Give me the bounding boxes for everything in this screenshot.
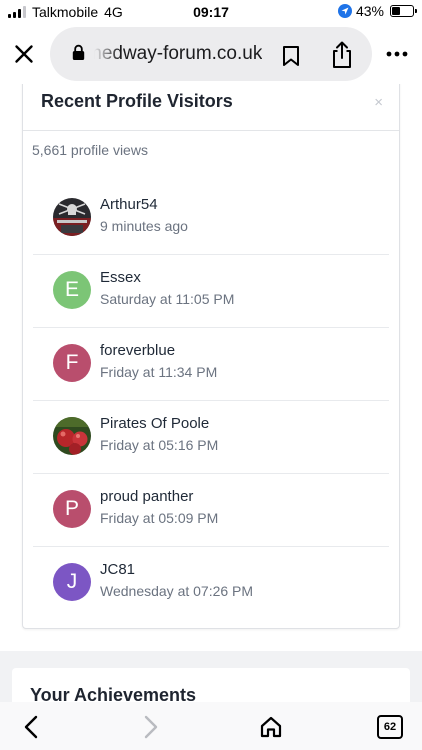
share-icon bbox=[333, 41, 351, 68]
avatar[interactable]: J bbox=[53, 563, 91, 601]
visitor-item[interactable]: Pproud panther Friday at 05:09 PM bbox=[33, 474, 389, 547]
visitor-item[interactable]: Arthur54 9 minutes ago bbox=[33, 182, 389, 255]
avatar[interactable] bbox=[53, 417, 91, 455]
panel-title: Recent Profile Visitors bbox=[41, 91, 233, 111]
visit-time: 9 minutes ago bbox=[100, 218, 188, 234]
visitor-item[interactable]: Pirates Of Poole Friday at 05:16 PM bbox=[33, 401, 389, 474]
visitor-name[interactable]: Arthur54 bbox=[100, 196, 158, 213]
avatar[interactable] bbox=[53, 198, 91, 236]
visitor-name[interactable]: proud panther bbox=[100, 488, 193, 505]
panel-close-button[interactable]: × bbox=[374, 95, 383, 110]
browser-toolbar: medway-forum.co.uk bbox=[0, 24, 422, 84]
profile-views-count: 5,661 profile views bbox=[32, 142, 148, 158]
visit-time: Friday at 05:09 PM bbox=[100, 510, 219, 526]
visitor-name[interactable]: JC81 bbox=[100, 561, 135, 578]
more-icon bbox=[386, 51, 408, 57]
home-icon bbox=[260, 716, 282, 738]
visitor-list: Arthur54 9 minutes ago E Essex Saturday at 1… bbox=[33, 182, 389, 619]
url-text: medway-forum.co.uk bbox=[94, 43, 262, 64]
status-bar: Talkmobile 4G 09:17 43% bbox=[0, 0, 422, 24]
share-button[interactable] bbox=[327, 39, 357, 71]
visitor-name[interactable]: Pirates Of Poole bbox=[100, 415, 209, 432]
forward-icon bbox=[144, 715, 158, 739]
battery-icon bbox=[390, 5, 417, 17]
bookmark-icon bbox=[283, 46, 299, 66]
back-icon bbox=[24, 715, 38, 739]
visitor-item[interactable]: Fforeverblue Friday at 11:34 PM bbox=[33, 328, 389, 401]
avatar-letter: P bbox=[64, 497, 79, 520]
panel-header: Recent Profile Visitors × bbox=[23, 84, 399, 131]
visitor-name[interactable]: Essex bbox=[100, 269, 141, 286]
visitor-name[interactable]: foreverblue bbox=[100, 342, 175, 359]
avatar-image bbox=[53, 417, 91, 455]
visit-time: Wednesday at 07:26 PM bbox=[100, 583, 254, 599]
achievements-panel: Your Achievements bbox=[12, 668, 410, 702]
avatar[interactable]: F bbox=[53, 344, 91, 382]
location-arrow-icon bbox=[337, 4, 352, 18]
status-right: 43% bbox=[337, 3, 417, 19]
achievements-title: Your Achievements bbox=[30, 685, 197, 702]
visit-time: Saturday at 11:05 PM bbox=[100, 291, 235, 307]
back-button[interactable] bbox=[16, 712, 46, 742]
avatar-letter: J bbox=[66, 570, 78, 593]
close-button[interactable] bbox=[8, 38, 40, 70]
visitor-item[interactable]: J JC81 Wednesday at 07:26 PM bbox=[33, 547, 389, 619]
address-bar[interactable]: medway-forum.co.uk bbox=[50, 27, 372, 81]
recent-visitors-panel: Recent Profile Visitors × 5,661 profile … bbox=[22, 84, 400, 629]
url-field[interactable]: medway-forum.co.uk bbox=[94, 27, 262, 81]
home-button[interactable] bbox=[256, 712, 286, 742]
tab-count: 62 bbox=[383, 721, 397, 733]
tabs-button[interactable]: 62 bbox=[375, 712, 405, 742]
bookmark-button[interactable] bbox=[277, 42, 305, 70]
page-content: Recent Profile Visitors × 5,661 profile … bbox=[0, 84, 422, 702]
forward-button[interactable] bbox=[136, 712, 166, 742]
close-icon bbox=[15, 45, 33, 63]
battery-percent: 43% bbox=[355, 3, 384, 19]
avatar[interactable]: P bbox=[53, 490, 91, 528]
visit-time: Friday at 05:16 PM bbox=[100, 437, 219, 453]
avatar-letter: E bbox=[64, 278, 79, 301]
visitor-item[interactable]: E Essex Saturday at 11:05 PM bbox=[33, 255, 389, 328]
tabs-icon: 62 bbox=[377, 715, 403, 739]
bottom-toolbar: 62 bbox=[0, 702, 422, 750]
avatar-image bbox=[53, 198, 91, 236]
more-button[interactable] bbox=[382, 40, 412, 68]
avatar[interactable]: E bbox=[53, 271, 91, 309]
visit-time: Friday at 11:34 PM bbox=[100, 364, 218, 380]
lock-icon bbox=[72, 44, 85, 66]
avatar-letter: F bbox=[65, 351, 79, 374]
